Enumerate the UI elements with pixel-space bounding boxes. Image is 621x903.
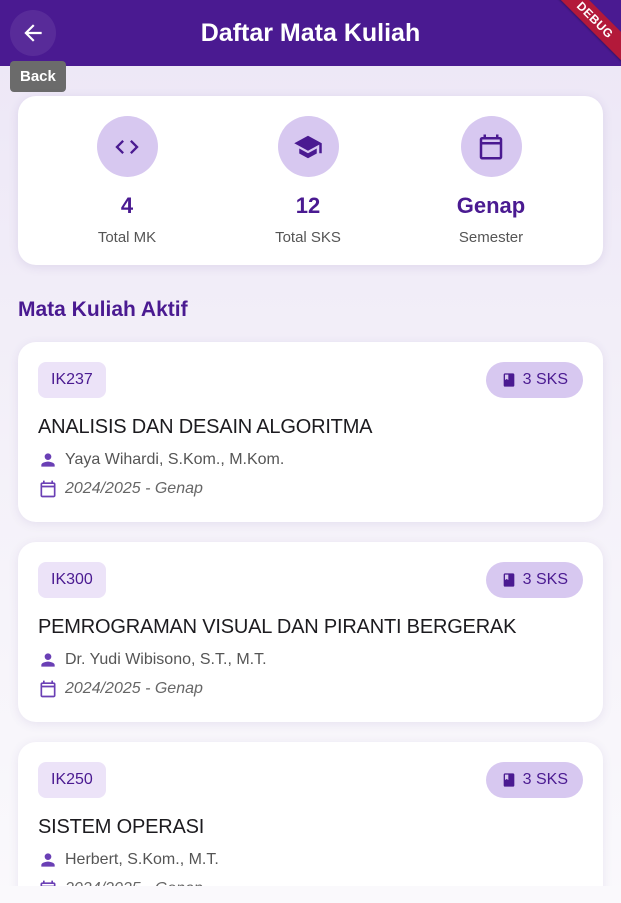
code-icon — [115, 139, 139, 154]
back-tooltip: Back — [10, 61, 66, 92]
lecturer-name: Herbert, S.Kom., M.T. — [65, 851, 219, 868]
stat-icon-circle — [277, 116, 339, 177]
lecturer-row: Dr. Yudi Wibisono, S.T., M.T. — [38, 650, 267, 670]
arrow-back-icon — [24, 24, 42, 42]
summary-card: 4 Total MK 12 Total SKS Genap Semester — [18, 96, 603, 265]
book-icon — [503, 373, 514, 387]
course-card[interactable]: IK237 3 SKS ANALISIS DAN DESAIN ALGORITM… — [18, 342, 603, 522]
stat-label: Semester — [458, 229, 524, 246]
sks-badge: 3 SKS — [485, 762, 583, 798]
course-period: 2024/2025 - Genap — [65, 480, 203, 497]
stat-total-mk: 4 Total MK — [47, 116, 207, 246]
person-icon — [41, 653, 55, 667]
course-code-badge: IK237 — [38, 362, 106, 398]
calendar-icon — [40, 680, 56, 698]
app-bar: Daftar Mata Kuliah — [0, 0, 621, 66]
sks-label: 3 SKS — [522, 771, 568, 788]
course-card[interactable]: IK300 3 SKS PEMROGRAMAN VISUAL DAN PIRAN… — [18, 542, 603, 722]
calendar-icon — [40, 480, 56, 498]
stat-value: 4 — [120, 193, 134, 218]
lecturer-row: Yaya Wihardi, S.Kom., M.Kom. — [38, 450, 284, 470]
stat-value: Genap — [456, 193, 526, 218]
stat-total-sks: 12 Total SKS — [228, 116, 388, 246]
course-period: 2024/2025 - Genap — [65, 680, 203, 697]
course-name: SISTEM OPERASI — [38, 816, 205, 838]
stat-label: Total SKS — [275, 229, 341, 246]
sks-badge: 3 SKS — [485, 362, 583, 398]
person-icon — [41, 853, 55, 867]
lecturer-row: Herbert, S.Kom., M.T. — [38, 850, 219, 870]
stat-icon-circle — [96, 116, 158, 177]
lecturer-name: Dr. Yudi Wibisono, S.T., M.T. — [65, 651, 267, 668]
period-row: 2024/2025 - Genap — [38, 479, 203, 499]
period-row: 2024/2025 - Genap — [38, 679, 203, 699]
book-icon — [503, 773, 514, 787]
calendar-icon — [479, 134, 503, 159]
course-name: PEMROGRAMAN VISUAL DAN PIRANTI BERGERAK — [38, 616, 517, 638]
sks-label: 3 SKS — [522, 371, 568, 388]
course-code-badge: IK300 — [38, 562, 106, 598]
back-button[interactable] — [10, 10, 56, 56]
course-name: ANALISIS DAN DESAIN ALGORITMA — [38, 416, 373, 438]
bottom-edge — [0, 886, 621, 903]
school-icon — [294, 135, 322, 158]
page-title: Daftar Mata Kuliah — [200, 18, 421, 47]
person-icon — [41, 453, 55, 467]
sks-label: 3 SKS — [522, 571, 568, 588]
lecturer-name: Yaya Wihardi, S.Kom., M.Kom. — [65, 451, 285, 468]
stat-semester: Genap Semester — [411, 116, 571, 246]
section-title: Mata Kuliah Aktif — [18, 298, 188, 321]
sks-badge: 3 SKS — [485, 562, 583, 598]
book-icon — [503, 573, 514, 587]
course-card[interactable]: IK250 3 SKS SISTEM OPERASI Herbert, S.Ko… — [18, 742, 603, 903]
stat-label: Total MK — [97, 229, 157, 246]
stat-icon-circle — [460, 116, 522, 177]
course-code-badge: IK250 — [38, 762, 106, 798]
stat-value: 12 — [295, 193, 321, 218]
